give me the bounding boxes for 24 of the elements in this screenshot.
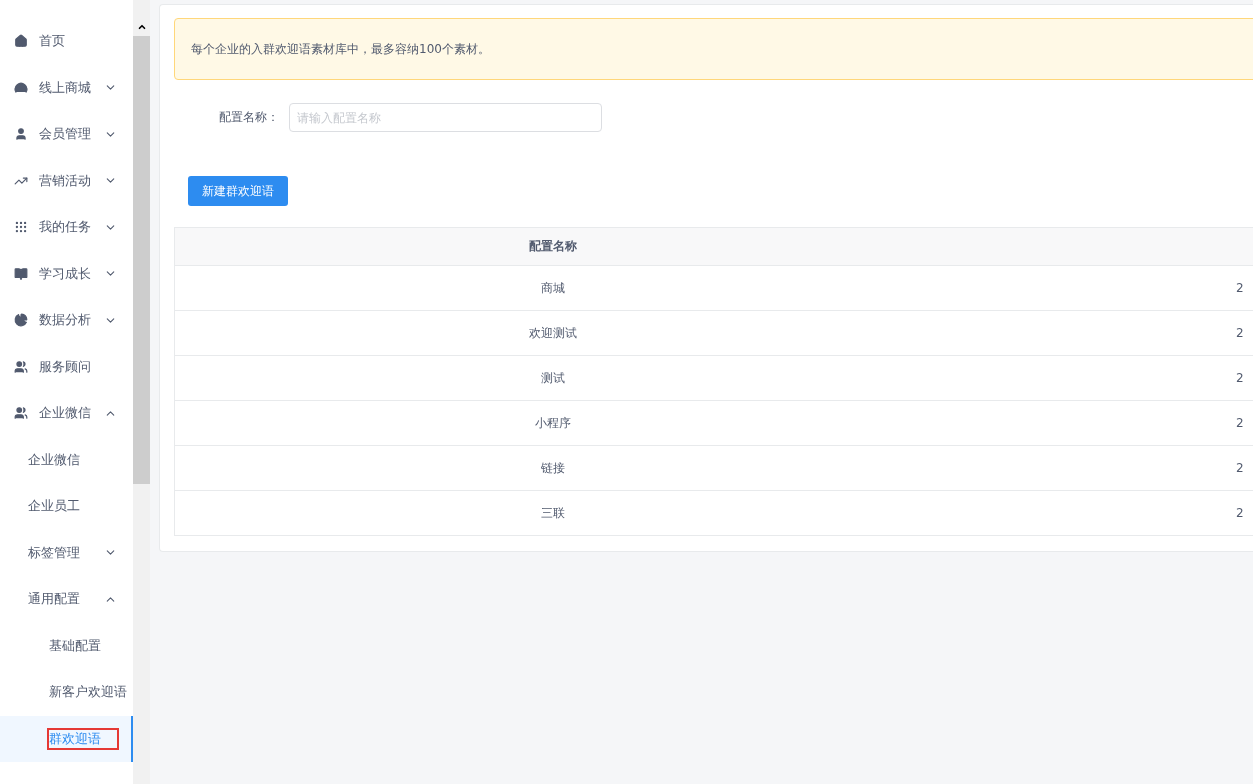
table-cell: 2 xyxy=(931,265,1253,311)
table-cell: 三联 xyxy=(174,490,931,536)
people-icon xyxy=(14,359,28,374)
table-cell: 链接 xyxy=(174,445,931,491)
scroll-up-icon[interactable] xyxy=(136,22,147,32)
column-header: 配置名称 xyxy=(174,227,931,266)
filter-label: 配置名称： xyxy=(219,109,279,126)
table-cell: 小程序 xyxy=(174,400,931,446)
table-cell: 2 xyxy=(931,400,1253,446)
scrollbar-thumb[interactable] xyxy=(133,36,150,484)
user-icon xyxy=(14,127,28,142)
notice-banner: 每个企业的入群欢迎语素材库中，最多容纳100个素材。 xyxy=(174,18,1253,80)
table-cell: 商城 xyxy=(174,265,931,311)
book-icon xyxy=(14,266,28,281)
people-icon xyxy=(14,406,28,421)
table-cell: 2 xyxy=(931,310,1253,356)
pie-chart-icon xyxy=(14,313,28,328)
grid-icon xyxy=(14,220,28,235)
table-cell: 2 xyxy=(931,355,1253,401)
home-icon xyxy=(14,34,28,49)
table-cell: 欢迎测试 xyxy=(174,310,931,356)
table-cell: 测试 xyxy=(174,355,931,401)
table-cell: 2 xyxy=(931,490,1253,536)
table-cell: 2 xyxy=(931,445,1253,491)
